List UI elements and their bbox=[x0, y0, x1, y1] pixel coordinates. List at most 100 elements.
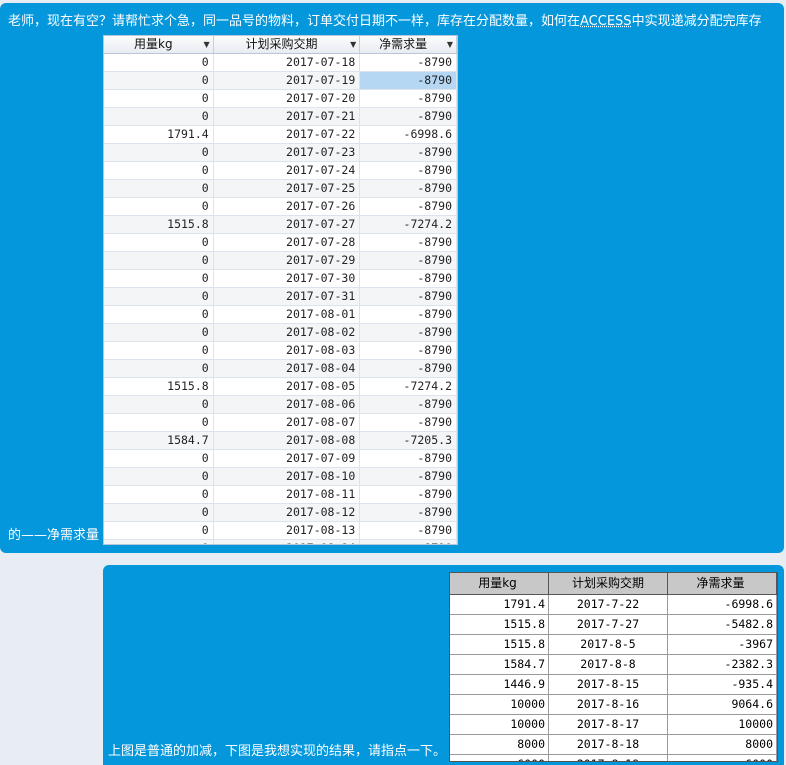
table-cell[interactable]: 0 bbox=[104, 414, 214, 431]
table-cell[interactable]: 2017-08-14 bbox=[214, 540, 361, 544]
table-cell[interactable]: -7274.2 bbox=[360, 216, 457, 233]
table-cell[interactable]: 2017-08-10 bbox=[214, 468, 361, 485]
table-cell[interactable]: 0 bbox=[104, 108, 214, 125]
table-cell[interactable]: 2017-08-03 bbox=[214, 342, 361, 359]
table-row[interactable]: 0 2017-08-04 -8790 bbox=[104, 360, 457, 378]
table-cell[interactable]: 2017-08-02 bbox=[214, 324, 361, 341]
table-row[interactable]: 0 2017-08-06 -8790 bbox=[104, 396, 457, 414]
table-cell[interactable]: -7205.3 bbox=[360, 432, 457, 449]
table-cell[interactable]: 2017-08-07 bbox=[214, 414, 361, 431]
table-cell[interactable]: -8790 bbox=[360, 234, 457, 251]
table-row[interactable]: 0 2017-07-18 -8790 bbox=[104, 54, 457, 72]
table-cell[interactable]: 0 bbox=[104, 90, 214, 107]
table-cell[interactable]: -8790 bbox=[360, 288, 457, 305]
table-row[interactable]: 0 2017-07-31 -8790 bbox=[104, 288, 457, 306]
table-row[interactable]: 0 2017-07-20 -8790 bbox=[104, 90, 457, 108]
table-row[interactable]: 0 2017-08-13 -8790 bbox=[104, 522, 457, 540]
table-row[interactable]: 0 2017-07-29 -8790 bbox=[104, 252, 457, 270]
table-row[interactable]: 1515.8 2017-08-05 -7274.2 bbox=[104, 378, 457, 396]
table-cell[interactable]: 0 bbox=[104, 342, 214, 359]
table-cell[interactable]: 1791.4 bbox=[104, 126, 214, 143]
table-cell[interactable]: -8790 bbox=[360, 180, 457, 197]
table-cell[interactable]: 0 bbox=[104, 450, 214, 467]
table-cell[interactable]: 2017-08-05 bbox=[214, 378, 361, 395]
table-row[interactable]: 02017-08-14-8790 bbox=[104, 540, 457, 544]
table-cell[interactable]: 0 bbox=[104, 144, 214, 161]
table-cell[interactable]: -8790 bbox=[360, 90, 457, 107]
table-row[interactable]: 0 2017-07-25 -8790 bbox=[104, 180, 457, 198]
table-cell[interactable]: -8790 bbox=[360, 486, 457, 503]
table-cell[interactable]: 2017-07-28 bbox=[214, 234, 361, 251]
table-cell[interactable]: 2017-08-11 bbox=[214, 486, 361, 503]
table-cell[interactable]: 0 bbox=[104, 540, 214, 544]
table-cell[interactable]: 0 bbox=[104, 288, 214, 305]
table-cell[interactable]: 2017-07-20 bbox=[214, 90, 361, 107]
table-row[interactable]: 0 2017-07-28 -8790 bbox=[104, 234, 457, 252]
table-row[interactable]: 0 2017-08-12 -8790 bbox=[104, 504, 457, 522]
table-cell[interactable]: 2017-07-30 bbox=[214, 270, 361, 287]
dropdown-arrow-icon[interactable]: ▼ bbox=[204, 36, 210, 53]
dropdown-arrow-icon[interactable]: ▼ bbox=[447, 36, 453, 53]
table-row[interactable]: 0 2017-07-24 -8790 bbox=[104, 162, 457, 180]
table-cell[interactable]: -8790 bbox=[360, 522, 457, 539]
table-cell[interactable]: 0 bbox=[104, 198, 214, 215]
table-cell[interactable]: 2017-08-08 bbox=[214, 432, 361, 449]
table-row[interactable]: 0 2017-08-01 -8790 bbox=[104, 306, 457, 324]
table-row[interactable]: 0 2017-07-21 -8790 bbox=[104, 108, 457, 126]
table-cell[interactable]: -8790 bbox=[360, 144, 457, 161]
access-datasheet-table[interactable]: 用量kg ▼ 计划采购交期 ▼ 净需求量 ▼ 0 2017-07-18 -8790 0 201… bbox=[103, 35, 458, 545]
table-cell[interactable]: -8790 bbox=[360, 450, 457, 467]
table-cell[interactable]: -8790 bbox=[360, 324, 457, 341]
table-cell[interactable]: -8790 bbox=[360, 54, 457, 71]
table-cell[interactable]: 2017-07-18 bbox=[214, 54, 361, 71]
table-row[interactable]: 1791.4 2017-07-22 -6998.6 bbox=[104, 126, 457, 144]
table-cell[interactable]: -8790 bbox=[360, 360, 457, 377]
table-cell[interactable]: 2017-07-26 bbox=[214, 198, 361, 215]
table-cell[interactable]: 0 bbox=[104, 306, 214, 323]
table-cell[interactable]: -8790 bbox=[360, 468, 457, 485]
table-row[interactable]: 0 2017-08-11 -8790 bbox=[104, 486, 457, 504]
table-row[interactable]: 0 2017-08-10 -8790 bbox=[104, 468, 457, 486]
table-row[interactable]: 0 2017-07-26 -8790 bbox=[104, 198, 457, 216]
table-cell[interactable]: 2017-07-27 bbox=[214, 216, 361, 233]
column-header-usage[interactable]: 用量kg ▼ bbox=[104, 36, 214, 53]
table-cell[interactable]: 0 bbox=[104, 360, 214, 377]
column-header-date[interactable]: 计划采购交期 ▼ bbox=[214, 36, 361, 53]
table-cell[interactable]: -8790 bbox=[360, 306, 457, 323]
table-cell[interactable]: 0 bbox=[104, 54, 214, 71]
table-cell[interactable]: 2017-07-19 bbox=[214, 72, 361, 89]
table-cell[interactable]: 0 bbox=[104, 396, 214, 413]
table-cell[interactable]: 2017-07-29 bbox=[214, 252, 361, 269]
table-cell[interactable]: 0 bbox=[104, 162, 214, 179]
table-cell[interactable]: 0 bbox=[104, 504, 214, 521]
table-row[interactable]: 0 2017-08-03 -8790 bbox=[104, 342, 457, 360]
table-cell[interactable]: -8790 bbox=[360, 342, 457, 359]
table-cell[interactable]: 2017-07-21 bbox=[214, 108, 361, 125]
table-cell[interactable]: 0 bbox=[104, 180, 214, 197]
table-cell[interactable]: 2017-08-06 bbox=[214, 396, 361, 413]
table-row[interactable]: 0 2017-08-07 -8790 bbox=[104, 414, 457, 432]
table-cell[interactable]: -8790 bbox=[360, 396, 457, 413]
table-cell[interactable]: -8790 bbox=[360, 162, 457, 179]
table-cell[interactable]: 0 bbox=[104, 486, 214, 503]
table-cell[interactable]: -7274.2 bbox=[360, 378, 457, 395]
table-cell[interactable]: 0 bbox=[104, 468, 214, 485]
table-row[interactable]: 0 2017-07-23 -8790 bbox=[104, 144, 457, 162]
table-cell[interactable]: 2017-07-23 bbox=[214, 144, 361, 161]
table-cell[interactable]: 0 bbox=[104, 522, 214, 539]
table-cell[interactable]: -8790 bbox=[360, 108, 457, 125]
table-cell[interactable]: 2017-08-12 bbox=[214, 504, 361, 521]
table-cell[interactable]: 0 bbox=[104, 324, 214, 341]
table-cell[interactable]: 2017-07-24 bbox=[214, 162, 361, 179]
table-row[interactable]: 1515.8 2017-07-27 -7274.2 bbox=[104, 216, 457, 234]
table-row[interactable]: 0 2017-08-02 -8790 bbox=[104, 324, 457, 342]
table-cell[interactable]: -8790 bbox=[360, 504, 457, 521]
column-header-net-demand[interactable]: 净需求量 ▼ bbox=[360, 36, 457, 53]
table-cell[interactable]: 2017-08-13 bbox=[214, 522, 361, 539]
table-row[interactable]: 1584.7 2017-08-08 -7205.3 bbox=[104, 432, 457, 450]
message-link-access[interactable]: ACCESS bbox=[580, 14, 632, 29]
table-cell[interactable]: -8790 bbox=[360, 252, 457, 269]
table-cell[interactable]: 2017-08-04 bbox=[214, 360, 361, 377]
table-cell[interactable]: 2017-08-01 bbox=[214, 306, 361, 323]
table-cell[interactable]: -8790 bbox=[360, 414, 457, 431]
